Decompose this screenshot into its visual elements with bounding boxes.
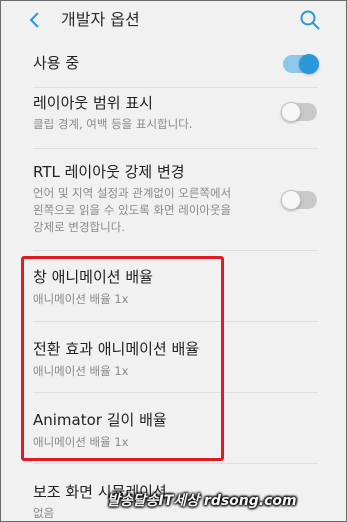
- toggle-knob: [281, 190, 301, 210]
- setting-developer-options-on[interactable]: 사용 중: [1, 41, 346, 86]
- setting-force-rtl-layout[interactable]: RTL 레이아웃 강제 변경 언어 및 지역 설정과 관계없이 오른쪽에서 왼쪽…: [1, 149, 346, 247]
- master-toggle-switch[interactable]: [283, 54, 319, 74]
- setting-label: 사용 중: [33, 54, 80, 72]
- setting-summary-line-1: 언어 및 지역 설정과 관계없이 오른쪽에서: [33, 186, 232, 200]
- app-bar: 개발자 옵션: [1, 1, 346, 39]
- toggle-knob: [281, 102, 301, 122]
- setting-summary-line-3: 강제로 변경합니다.: [33, 220, 125, 234]
- back-arrow-icon[interactable]: [25, 10, 45, 30]
- setting-summary: 클립 경계, 여백 등을 표시합니다.: [33, 117, 193, 131]
- setting-summary: 없음: [33, 506, 55, 520]
- setting-summary-line-2: 왼쪽으로 읽을 수 있도록 화면 레이아웃을: [33, 203, 232, 217]
- highlight-box: [21, 256, 224, 461]
- setting-label: 레이아웃 범위 표시: [33, 94, 153, 112]
- page-title: 개발자 옵션: [61, 10, 140, 29]
- toggle-knob: [299, 54, 319, 74]
- search-icon[interactable]: [299, 9, 321, 31]
- settings-screen: 개발자 옵션 사용 중 레이아웃 범위 표시 클립 경계, 여백 등을 표시합니…: [0, 0, 347, 522]
- watermark-text: 발송달송IT세상 rdsong.com: [107, 493, 297, 509]
- setting-show-layout-bounds[interactable]: 레이아웃 범위 표시 클립 경계, 여백 등을 표시합니다.: [1, 88, 346, 148]
- setting-label: RTL 레이아웃 강제 변경: [33, 163, 185, 181]
- layout-bounds-toggle-switch[interactable]: [281, 102, 317, 122]
- force-rtl-toggle-switch[interactable]: [281, 190, 317, 210]
